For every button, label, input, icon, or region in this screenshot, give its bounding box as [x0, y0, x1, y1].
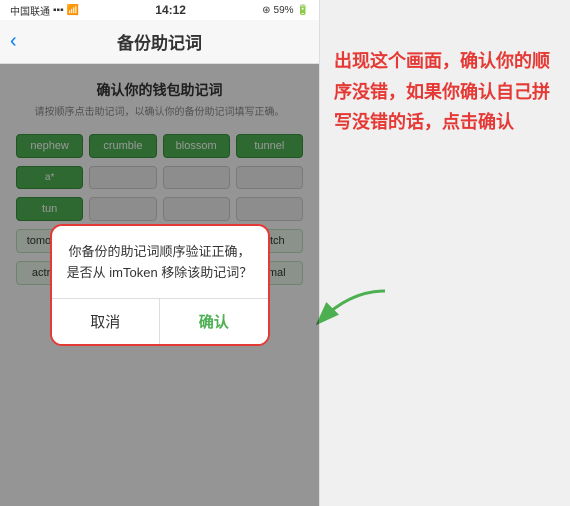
wifi-icon: 📶	[67, 5, 79, 16]
status-bar: 中国联通 ▪▪▪ 📶 14:12 ⊛ 59% 🔋	[0, 0, 319, 20]
status-left: 中国联通 ▪▪▪ 📶	[10, 3, 79, 18]
battery-text: 59%	[274, 5, 294, 16]
nav-bar: ‹ 备份助记词	[0, 20, 319, 64]
main-content: 确认你的钱包助记词 请按顺序点击助记词，以确认你的备份助记词填写正确。 neph…	[0, 64, 319, 506]
dialog-body: 你备份的助记词顺序验证正确，是否从 imToken 移除该助记词？	[52, 226, 268, 298]
annotation-panel: 出现这个画面，确认你的顺序没错，如果你确认自己拼写没错的话，点击确认	[320, 0, 570, 506]
nav-title: 备份助记词	[117, 29, 202, 54]
phone-frame: 中国联通 ▪▪▪ 📶 14:12 ⊛ 59% 🔋 ‹ 备份助记词 确认你的钱包助…	[0, 0, 320, 506]
time-text: 14:12	[155, 3, 186, 17]
status-right: ⊛ 59% 🔋	[262, 5, 309, 16]
back-button[interactable]: ‹	[10, 30, 17, 53]
dialog-cancel-button[interactable]: 取消	[52, 299, 161, 344]
dialog-ok-button[interactable]: 确认	[160, 299, 268, 344]
bluetooth-icon: ⊛	[262, 5, 270, 16]
annotation-text: 出现这个画面，确认你的顺序没错，如果你确认自己拼写没错的话，点击确认	[334, 46, 556, 138]
signal-icon: ▪▪▪	[53, 5, 64, 16]
carrier-text: 中国联通	[10, 3, 50, 18]
dialog-overlay: 你备份的助记词顺序验证正确，是否从 imToken 移除该助记词？ 取消 确认	[0, 64, 319, 506]
arrow-container	[310, 281, 390, 346]
battery-icon: 🔋	[297, 5, 309, 16]
dialog-box: 你备份的助记词顺序验证正确，是否从 imToken 移除该助记词？ 取消 确认	[50, 224, 270, 346]
dialog-actions: 取消 确认	[52, 298, 268, 344]
arrow-icon	[310, 281, 390, 341]
